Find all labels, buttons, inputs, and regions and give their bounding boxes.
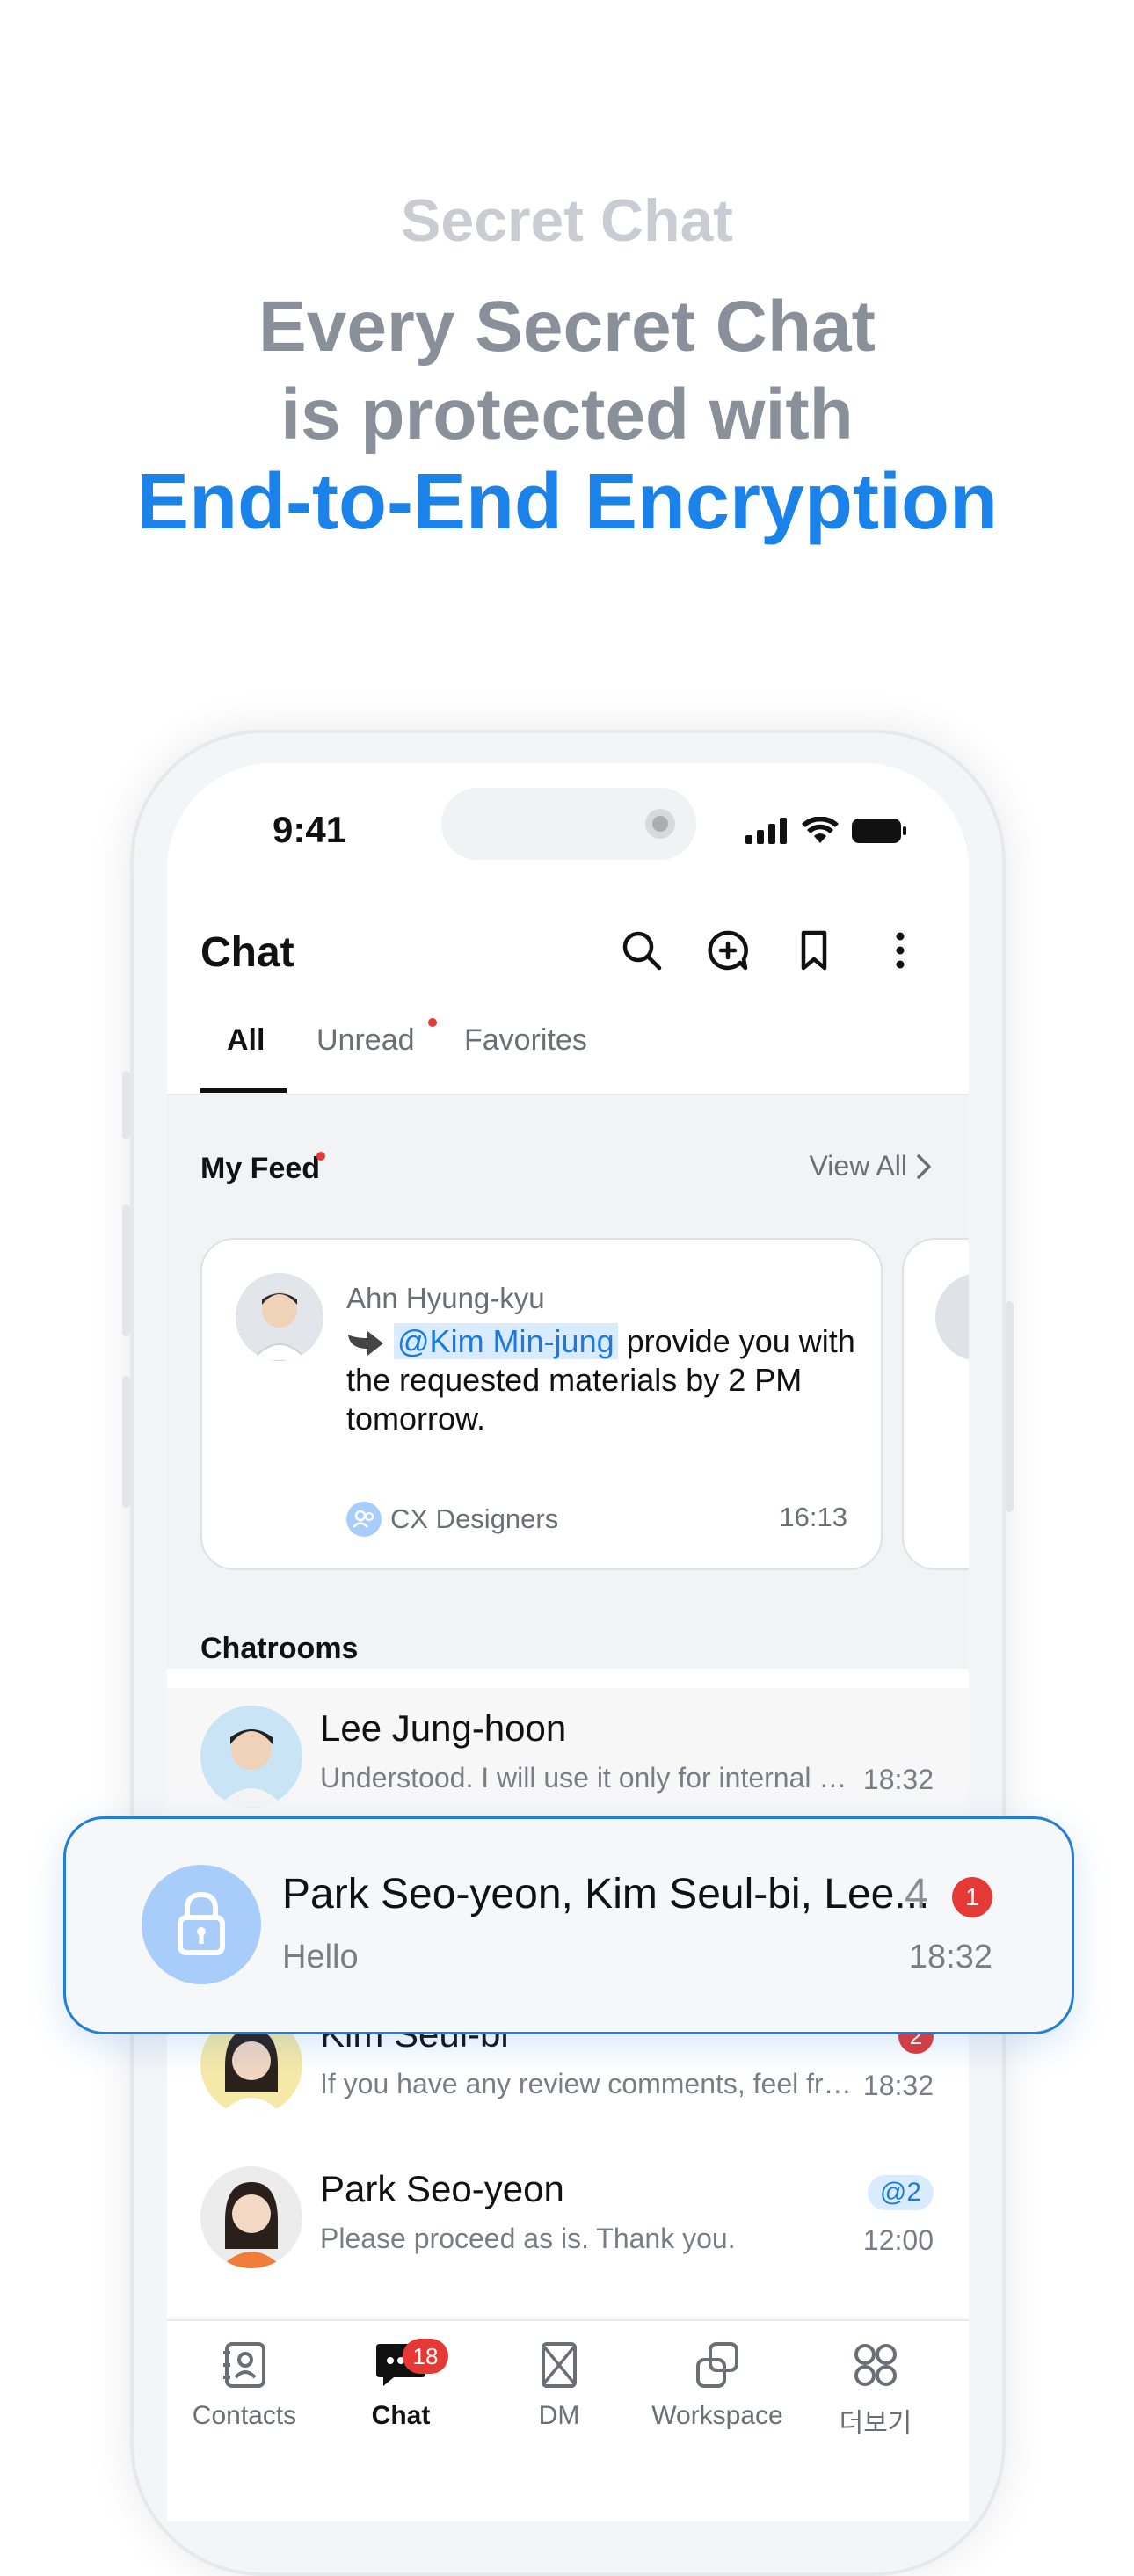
- tabbar-label: Chat: [371, 2401, 431, 2430]
- feed-message: @Kim Min-jung provide you with the reque…: [346, 1322, 856, 1438]
- chat-row-time: 18:32: [862, 1764, 934, 1795]
- feed-room-name: CX Designers: [390, 1503, 559, 1534]
- hero-kicker: Secret Chat: [401, 187, 733, 254]
- feed-new-dot: [316, 1152, 325, 1161]
- status-time: 9:41: [273, 809, 347, 850]
- search-icon[interactable]: [617, 926, 666, 975]
- phone-side-button: [122, 1071, 130, 1139]
- hero-headline-line2: is protected with: [280, 375, 854, 455]
- chat-row-time: 18:32: [862, 2070, 934, 2101]
- mention-tag[interactable]: @Kim Min-jung: [394, 1323, 618, 1359]
- tabbar-more[interactable]: 더보기: [796, 2339, 955, 2440]
- chat-row-name: Lee Jung-hoon: [320, 1707, 567, 1749]
- tabbar-label: DM: [538, 2401, 580, 2430]
- chat-unread-badge: 18: [403, 2339, 448, 2374]
- feed-room: CX Designers: [346, 1502, 558, 1537]
- feed-card-next[interactable]: [902, 1238, 969, 1570]
- secret-chat-avatar: [142, 1865, 261, 1984]
- tabbar-chat[interactable]: 18 Chat: [322, 2339, 480, 2431]
- secret-chat-name: Park Seo-yeon, Kim Seul-bi, Lee...: [282, 1871, 930, 1917]
- person-avatar-icon: [236, 1273, 323, 1361]
- mention-badge: @2: [867, 2175, 934, 2210]
- hero-headline-accent: End-to-End Encryption: [136, 458, 998, 546]
- avatar: [200, 1706, 302, 1808]
- chat-tabs: All Unread Favorites: [167, 1018, 969, 1095]
- signal-icon: [745, 818, 787, 844]
- secret-chat-preview: Hello: [282, 1939, 359, 1976]
- battery-icon: [852, 819, 906, 843]
- phone-volume-down: [122, 1376, 130, 1508]
- tabbar-label: Workspace: [651, 2401, 783, 2430]
- avatar: [200, 2166, 302, 2268]
- chevron-right-icon: [917, 1153, 931, 1179]
- chat-row[interactable]: Lee Jung-hoon Understood. I will use it …: [167, 1688, 969, 1820]
- tabbar-label: Contacts: [192, 2401, 297, 2430]
- contacts-icon: [223, 2342, 265, 2388]
- dynamic-island: [441, 788, 696, 860]
- avatar: [236, 1273, 323, 1361]
- camera-icon: [645, 809, 675, 839]
- my-feed-title: My Feed: [200, 1152, 321, 1185]
- dm-icon: [542, 2342, 577, 2388]
- status-icons: [745, 816, 907, 846]
- new-chat-icon[interactable]: [703, 926, 752, 975]
- feed-time: 16:13: [779, 1502, 847, 1532]
- more-vertical-icon[interactable]: [876, 926, 925, 975]
- chat-row-preview: If you have any review comments, feel fr…: [320, 2068, 856, 2099]
- page-title: Chat: [200, 929, 294, 976]
- chatrooms-title: Chatrooms: [200, 1632, 359, 1665]
- tabbar-workspace[interactable]: Workspace: [638, 2339, 796, 2431]
- member-count: 4: [905, 1871, 928, 1917]
- phone-volume-up: [122, 1204, 130, 1336]
- secret-chat-time: 18:32: [908, 1939, 992, 1976]
- view-all-link[interactable]: View All: [810, 1150, 932, 1182]
- hero-headline-line1: Every Secret Chat: [258, 287, 876, 367]
- chat-row-time: 12:00: [862, 2224, 934, 2256]
- active-tab-indicator: [200, 1088, 287, 1093]
- unread-badge: 1: [952, 1877, 992, 1917]
- bottom-tab-bar: Contacts 18 Chat DM Workspace 더보기: [167, 2319, 969, 2521]
- chat-row-preview: Understood. I will use it only for inter…: [320, 1762, 856, 1794]
- phone-power-button: [1006, 1301, 1014, 1512]
- workspace-icon: [696, 2342, 738, 2388]
- avatar: [935, 1273, 969, 1361]
- group-icon: [346, 1502, 382, 1537]
- bookmark-icon[interactable]: [789, 926, 839, 975]
- tabbar-dm[interactable]: DM: [480, 2339, 638, 2431]
- phone-screen: 9:41 Chat All Unread Favorites My Feed V…: [167, 763, 969, 2521]
- wifi-icon: [802, 817, 839, 843]
- chat-row-name: Park Seo-yeon: [320, 2168, 564, 2209]
- lock-icon: [178, 1891, 225, 1955]
- reply-arrow-icon: [348, 1331, 383, 1356]
- secret-chat-row-highlight[interactable]: Park Seo-yeon, Kim Seul-bi, Lee... 4 1 H…: [63, 1816, 1074, 2034]
- tabbar-label: 더보기: [839, 2409, 912, 2438]
- chat-row-preview: Please proceed as is. Thank you.: [320, 2223, 736, 2254]
- feed-card[interactable]: Ahn Hyung-kyu @Kim Min-jung provide you …: [200, 1238, 883, 1570]
- person-avatar-icon: [200, 1706, 302, 1808]
- tabbar-contacts[interactable]: Contacts: [167, 2339, 323, 2431]
- chat-row[interactable]: Park Seo-yeon @2 Please proceed as is. T…: [167, 2149, 969, 2281]
- view-all-label: View All: [809, 1150, 907, 1182]
- more-apps-icon: [854, 2344, 897, 2386]
- unread-dot: [428, 1018, 437, 1027]
- tab-favorites[interactable]: Favorites: [464, 1023, 587, 1058]
- person-avatar-icon: [200, 2166, 302, 2268]
- tab-all[interactable]: All: [227, 1023, 265, 1058]
- feed-sender-name: Ahn Hyung-kyu: [346, 1282, 545, 1314]
- tab-unread[interactable]: Unread: [316, 1023, 415, 1058]
